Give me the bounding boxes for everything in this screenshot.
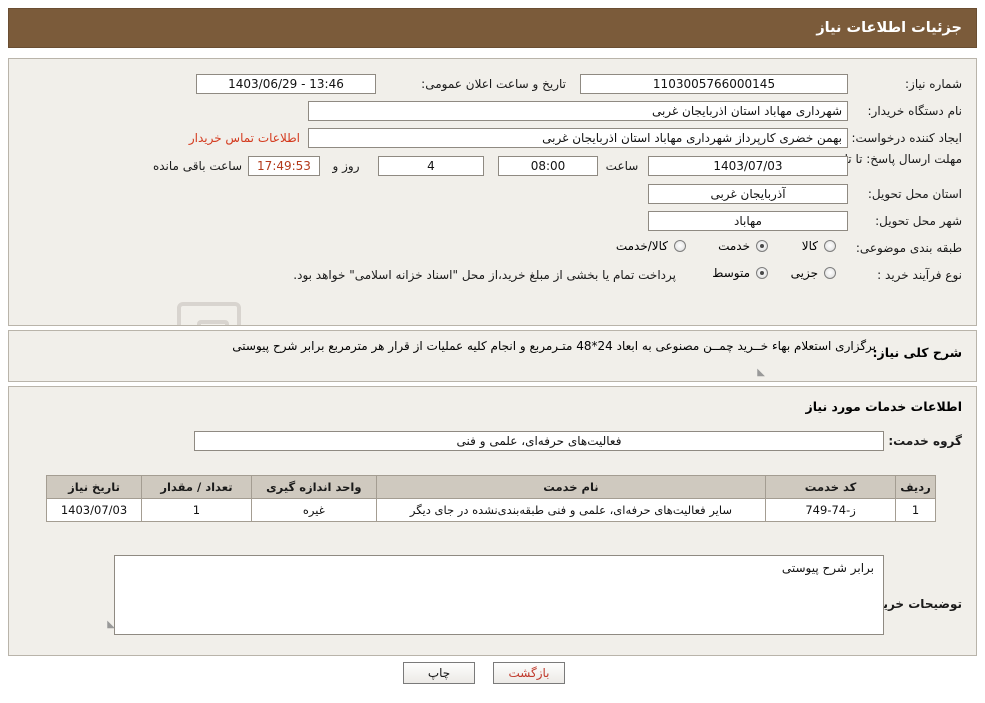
services-panel: اطلاعات خدمات مورد نیاز گروه خدمت: فعالی… xyxy=(8,386,977,656)
td-date: 1403/07/03 xyxy=(45,498,143,522)
general-description-label: شرح کلی نیاز: xyxy=(872,345,962,360)
deadline-time-label: ساعت xyxy=(605,159,639,173)
td-unit: غیره xyxy=(250,498,377,522)
th-name: نام خدمت xyxy=(375,475,767,499)
deadline-days-label: روز و xyxy=(332,159,360,173)
page-title: جزئیات اطلاعات نیاز xyxy=(816,20,962,36)
services-table: ردیف کد خدمت نام خدمت واحد اندازه گیری ت… xyxy=(45,475,936,522)
deadline-label: مهلت ارسال پاسخ: تا تاریخ: xyxy=(823,152,962,166)
service-group-value: فعالیت‌های حرفه‌ای، علمی و فنی xyxy=(194,431,884,451)
buyer-notes-resize-handle[interactable]: ◣ xyxy=(105,619,115,630)
th-code: کد خدمت xyxy=(765,475,897,499)
buyer-notes-text: برابر شرح پیوستی xyxy=(781,561,874,575)
td-qty: 1 xyxy=(141,498,252,522)
deadline-days-value: 4 xyxy=(378,156,484,176)
process-type-label: نوع فرآیند خرید : xyxy=(877,268,962,282)
category-option-khedmat-label: خدمت xyxy=(718,239,750,253)
process-option-jozei-label: جزیی xyxy=(790,266,818,280)
announce-datetime-value: 13:46 - 1403/06/29 xyxy=(196,74,376,94)
deadline-countdown-value: 17:49:53 xyxy=(248,156,320,176)
process-option-motavasset-label: متوسط xyxy=(712,266,750,280)
td-code: ز-74-749 xyxy=(765,498,897,522)
province-value: آذربایجان غربی xyxy=(648,184,848,204)
th-qty: تعداد / مقدار xyxy=(141,475,252,499)
services-section-title: اطلاعات خدمات مورد نیاز xyxy=(805,399,963,414)
category-option-kala-khedmat[interactable]: کالا/خدمت xyxy=(612,239,686,253)
radio-khedmat-icon[interactable] xyxy=(756,240,768,252)
process-option-motavasset[interactable]: متوسط xyxy=(708,266,768,280)
th-unit: واحد اندازه گیری xyxy=(250,475,377,499)
deadline-date-value: 1403/07/03 xyxy=(648,156,848,176)
page-header: جزئیات اطلاعات نیاز xyxy=(8,8,977,48)
need-info-panel: AriaTender.net شماره نیاز: 1103005766000… xyxy=(8,58,977,326)
category-option-kala-khedmat-label: کالا/خدمت xyxy=(615,239,668,253)
radio-kala-icon[interactable] xyxy=(824,240,836,252)
th-date: تاریخ نیاز xyxy=(45,475,143,499)
city-value: مهاباد xyxy=(648,211,848,231)
deadline-remaining-label: ساعت باقی مانده xyxy=(152,159,242,173)
category-option-khedmat[interactable]: خدمت xyxy=(714,239,768,253)
td-name: سایر فعالیت‌های حرفه‌ای، علمی و فنی طبقه… xyxy=(375,498,767,522)
watermark-shield-icon xyxy=(177,302,241,325)
buyer-org-label: نام دستگاه خریدار: xyxy=(867,104,963,118)
province-label: استان محل تحویل: xyxy=(867,187,962,201)
process-type-note: پرداخت تمام یا بخشی از مبلغ خرید،از محل … xyxy=(293,268,676,282)
category-option-kala[interactable]: کالا xyxy=(798,239,836,253)
city-label: شهر محل تحویل: xyxy=(875,214,962,228)
radio-kala-khedmat-icon[interactable] xyxy=(674,240,686,252)
need-number-label-wrap: شماره نیاز: xyxy=(852,77,962,91)
page-root: جزئیات اطلاعات نیاز AriaTender.net شماره… xyxy=(0,0,985,703)
announce-datetime-label: تاریخ و ساعت اعلان عمومی: xyxy=(421,77,566,91)
requester-label: ایجاد کننده درخواست: xyxy=(851,131,962,145)
th-row: ردیف xyxy=(895,475,936,499)
radio-jozei-icon[interactable] xyxy=(824,267,836,279)
radio-motavasset-icon[interactable] xyxy=(756,267,768,279)
back-button[interactable]: بازگشت xyxy=(493,662,565,684)
category-label: طبقه بندی موضوعی: xyxy=(855,241,962,255)
td-row: 1 xyxy=(895,498,936,522)
deadline-time-value: 08:00 xyxy=(498,156,598,176)
general-description-text: برگزاری استعلام بهاء خــرید چمــن مصنوعی… xyxy=(232,339,876,353)
requester-value: بهمن خضری کارپرداز شهرداری مهاباد استان … xyxy=(308,128,848,148)
general-description-panel: شرح کلی نیاز: برگزاری استعلام بهاء خــری… xyxy=(8,330,977,382)
category-option-kala-label: کالا xyxy=(801,239,818,253)
need-number-value: 1103005766000145 xyxy=(580,74,848,94)
need-number-label: شماره نیاز: xyxy=(905,77,962,91)
print-button[interactable]: چاپ xyxy=(403,662,475,684)
process-option-jozei[interactable]: جزیی xyxy=(787,266,836,280)
services-table-header-row: ردیف کد خدمت نام خدمت واحد اندازه گیری ت… xyxy=(45,475,936,499)
buyer-org-value: شهرداری مهاباد استان اذربایجان غربی xyxy=(308,101,848,121)
description-resize-handle[interactable]: ◣ xyxy=(755,367,765,378)
table-row: 1 ز-74-749 سایر فعالیت‌های حرفه‌ای، علمی… xyxy=(45,498,936,522)
service-group-label: گروه خدمت: xyxy=(888,434,962,448)
buyer-contact-link[interactable]: اطلاعات تماس خریدار xyxy=(189,131,300,145)
